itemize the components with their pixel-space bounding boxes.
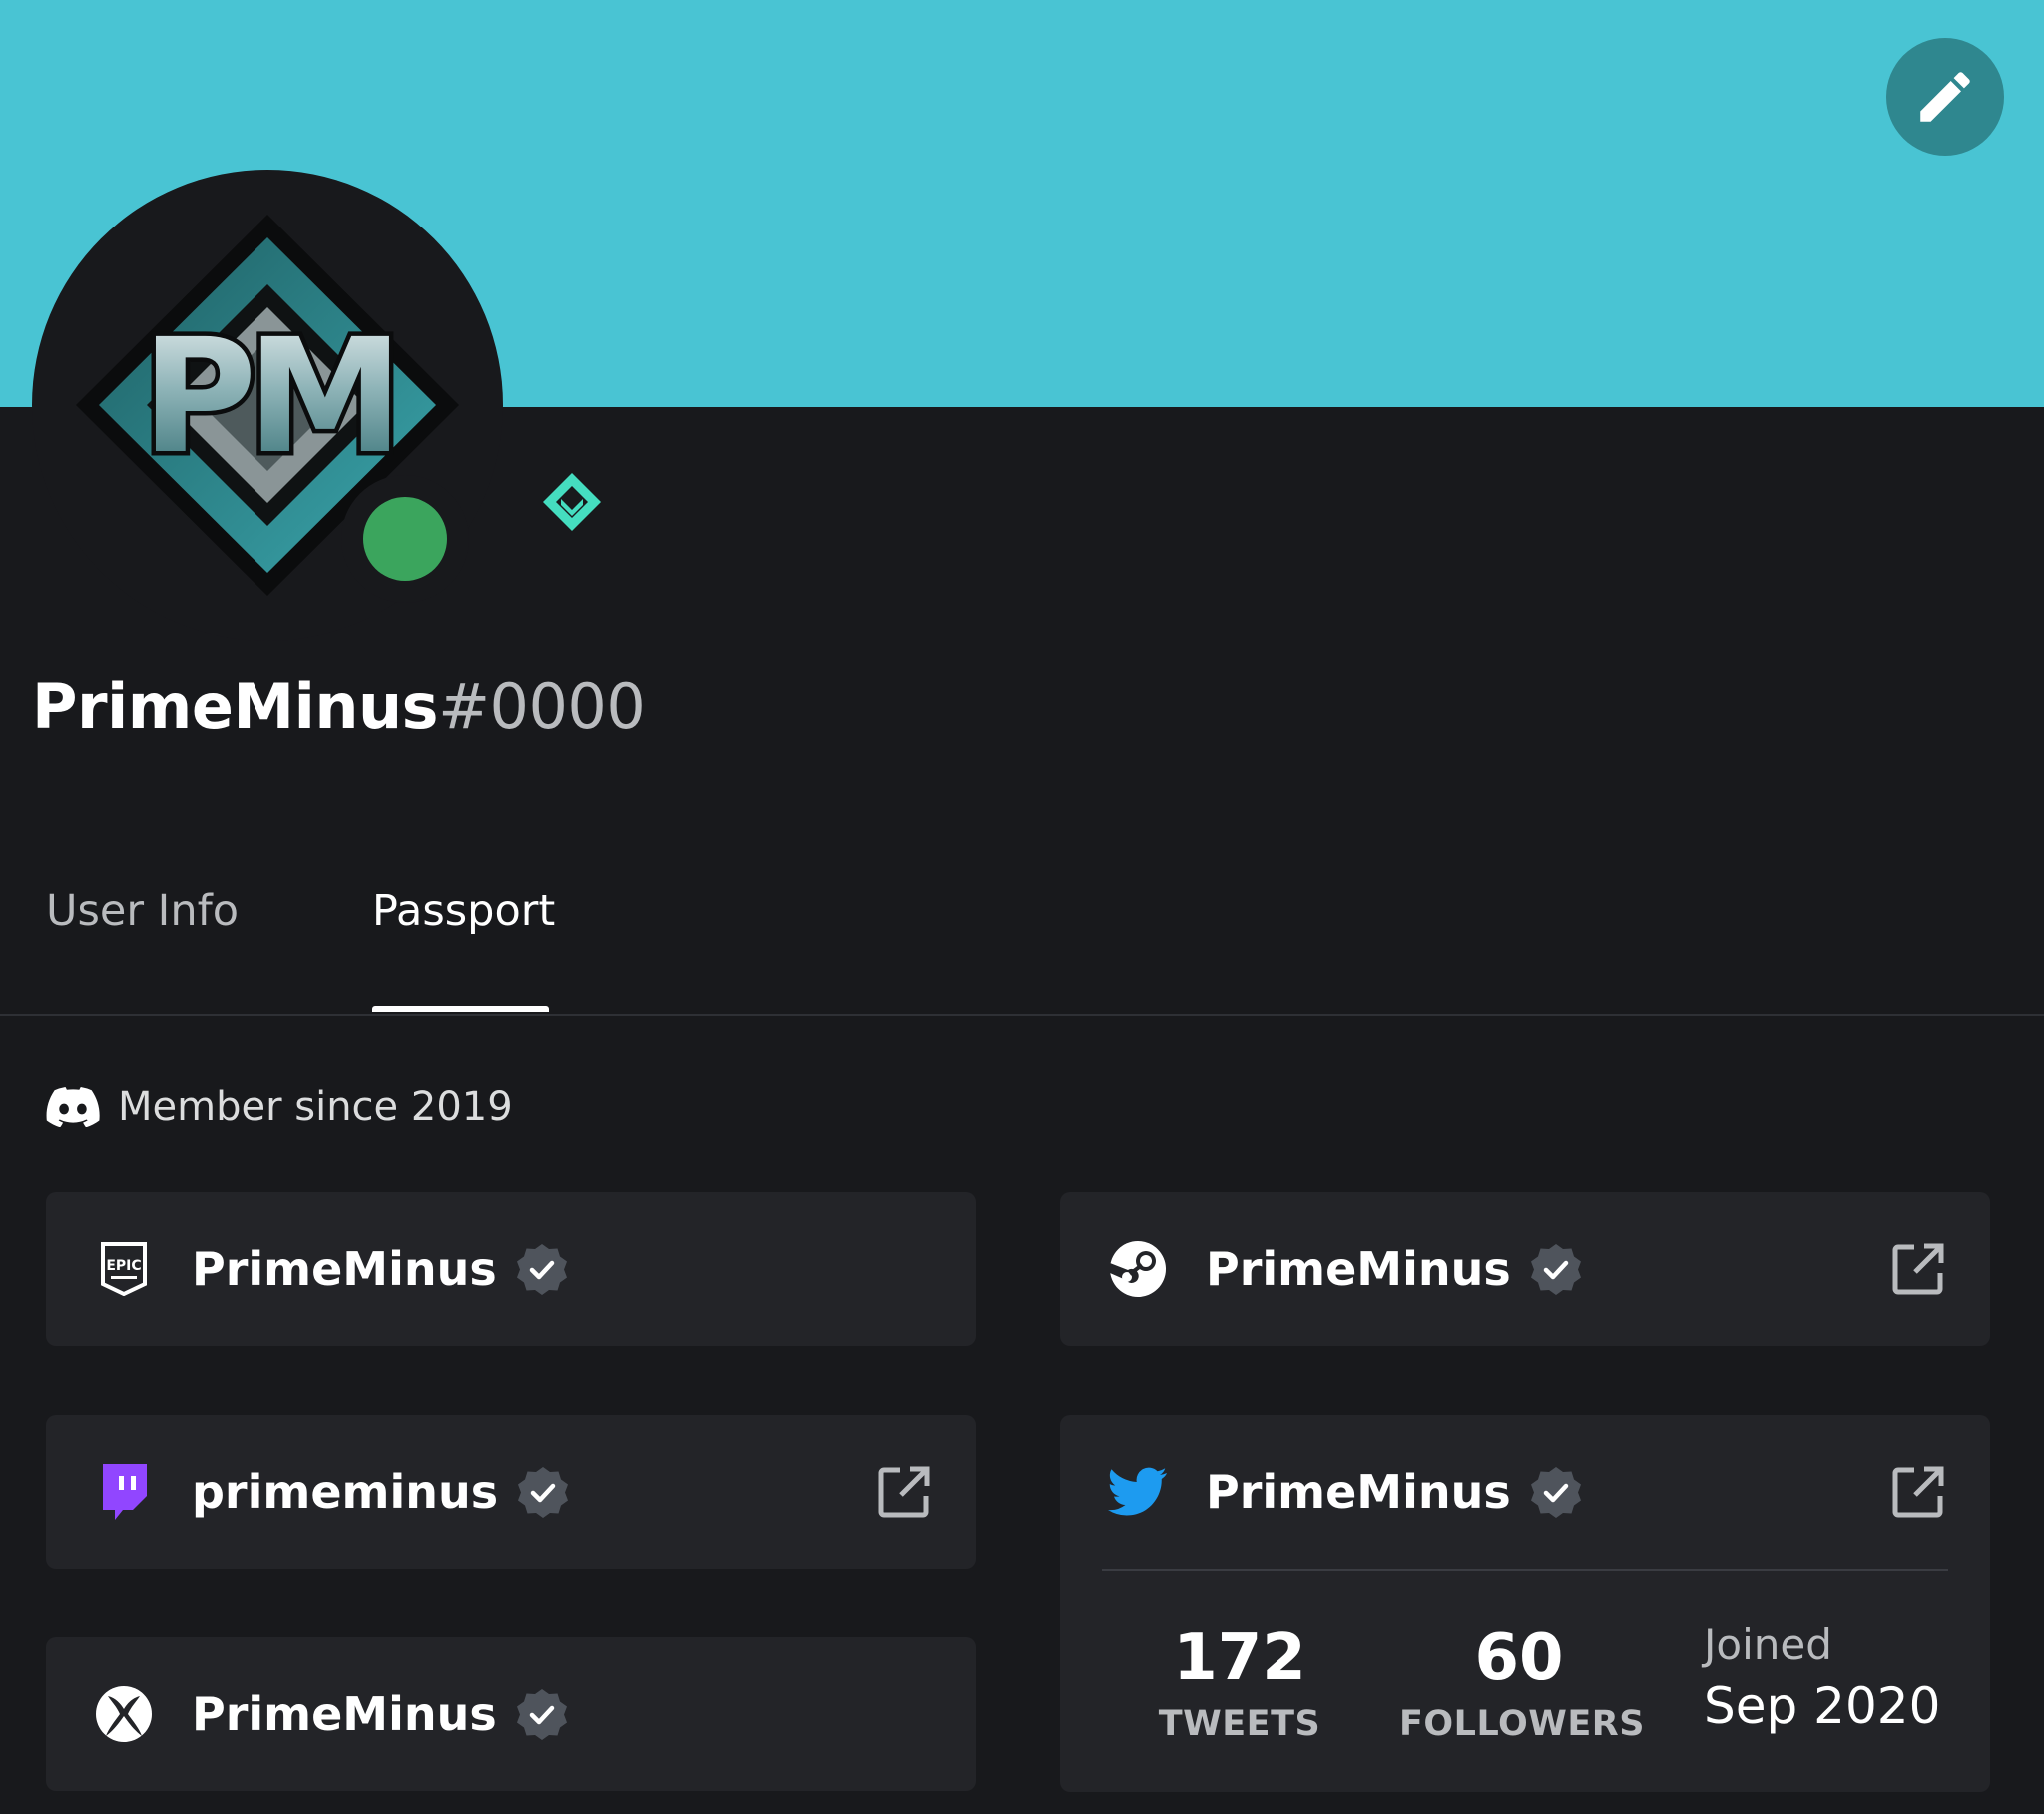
twitch-account-name: primeminus [192, 1465, 499, 1519]
joined-date: Sep 2020 [1704, 1677, 1941, 1735]
online-status-indicator [363, 497, 447, 581]
twitch-icon [94, 1462, 154, 1522]
joined-label: Joined [1704, 1620, 1832, 1669]
tab-divider [0, 1014, 2044, 1016]
twitter-icon [1108, 1462, 1168, 1522]
connection-card-twitch: primeminus [46, 1415, 976, 1569]
edit-profile-button[interactable] [1886, 38, 2004, 156]
xbox-account-name: PrimeMinus [192, 1687, 497, 1741]
epic-games-icon: EPIC [94, 1239, 154, 1299]
verified-check-icon [516, 1244, 567, 1295]
pencil-icon [1920, 72, 1970, 122]
connection-card-xbox: PrimeMinus [46, 1637, 976, 1791]
username-text: PrimeMinus [32, 671, 439, 743]
steam-icon [1108, 1239, 1168, 1299]
twitter-tweets-stat: 172 TWEETS [1140, 1626, 1339, 1744]
connection-card-steam: PrimeMinus [1060, 1192, 1990, 1346]
external-link-icon[interactable] [1890, 1464, 1946, 1520]
twitter-account-name: PrimeMinus [1206, 1465, 1511, 1519]
followers-label: FOLLOWERS [1399, 1704, 1645, 1744]
verified-check-icon [1530, 1244, 1581, 1295]
tab-user-info[interactable]: User Info [46, 886, 239, 936]
connection-card-twitter: PrimeMinus 172 TWEETS 60 FOLLOWERS Joine… [1060, 1415, 1990, 1792]
twitter-joined-stat: Joined Sep 2020 [1704, 1620, 1940, 1735]
steam-account-name: PrimeMinus [1206, 1242, 1511, 1296]
tab-passport[interactable]: Passport [372, 886, 555, 936]
svg-text:PM: PM [141, 305, 393, 489]
twitter-followers-stat: 60 FOLLOWERS [1399, 1621, 1645, 1744]
hypesquad-badge-icon[interactable] [539, 469, 605, 535]
external-link-icon[interactable] [876, 1464, 932, 1520]
member-since-row: Member since 2019 [46, 1082, 513, 1132]
username-discriminator: #0000 [438, 671, 646, 743]
tweets-label: TWEETS [1158, 1704, 1321, 1744]
xbox-icon [94, 1684, 154, 1744]
svg-text:EPIC: EPIC [106, 1258, 141, 1274]
twitter-stats-divider [1102, 1569, 1948, 1571]
tweets-count: 172 [1173, 1621, 1306, 1695]
active-tab-indicator [372, 1006, 549, 1012]
verified-check-icon [518, 1467, 569, 1518]
epic-account-name: PrimeMinus [192, 1242, 497, 1296]
connection-card-epic: EPIC PrimeMinus [46, 1192, 976, 1346]
profile-username: PrimeMinus#0000 [32, 671, 646, 743]
member-since-text: Member since 2019 [118, 1084, 513, 1130]
discord-icon [46, 1087, 100, 1127]
verified-check-icon [1530, 1467, 1581, 1518]
verified-check-icon [516, 1689, 567, 1740]
followers-count: 60 [1474, 1621, 1564, 1695]
external-link-icon[interactable] [1890, 1241, 1946, 1297]
